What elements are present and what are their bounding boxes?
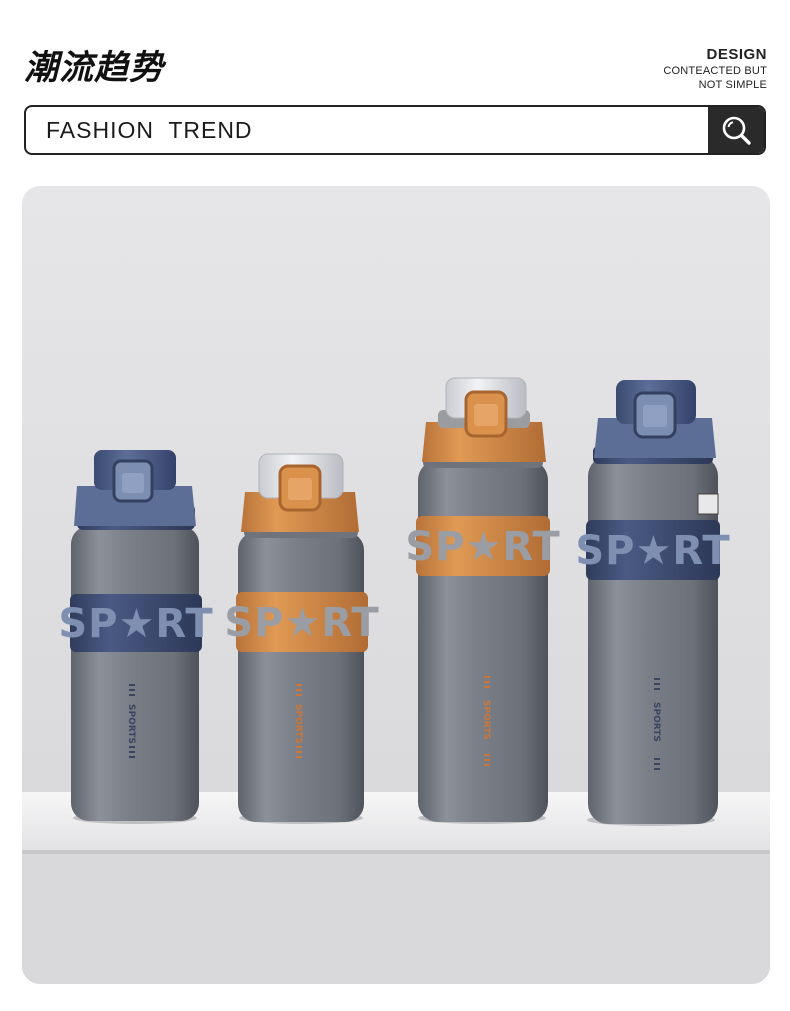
page-title: 潮流趋势 <box>24 48 164 88</box>
search-bar[interactable]: FASHION TREND <box>24 105 766 155</box>
search-button[interactable] <box>708 107 764 153</box>
svg-text:SPORTS: SPORTS <box>481 700 491 740</box>
bottles-illustration: SP★RT SPORTS SP★RT SPORTS SP★RT SPORTS S… <box>22 186 770 984</box>
bottle-1: SP★RT SPORTS <box>58 450 213 824</box>
bottle-4: SP★RT SPORTS <box>575 380 730 826</box>
svg-text:SP★RT: SP★RT <box>575 528 730 574</box>
search-text[interactable]: FASHION TREND <box>46 107 253 153</box>
svg-text:SPORTS: SPORTS <box>126 704 136 744</box>
svg-text:SP★RT: SP★RT <box>224 600 379 646</box>
tagline-line-2: NOT SIMPLE <box>698 78 767 91</box>
bottle-3: SP★RT SPORTS <box>405 377 560 824</box>
svg-text:SPORTS: SPORTS <box>651 702 661 742</box>
svg-text:SP★RT: SP★RT <box>58 601 213 647</box>
product-photo: SP★RT SPORTS SP★RT SPORTS SP★RT SPORTS S… <box>22 186 770 984</box>
design-label: DESIGN <box>706 46 767 63</box>
tagline-line-1: CONTEACTED BUT <box>663 64 767 77</box>
search-icon <box>722 116 751 145</box>
svg-text:SPORTS: SPORTS <box>293 704 303 744</box>
bottle-2: SP★RT SPORTS <box>224 453 379 824</box>
svg-text:SP★RT: SP★RT <box>405 524 560 570</box>
design-tagline: DESIGN CONTEACTED BUT NOT SIMPLE <box>663 46 767 92</box>
